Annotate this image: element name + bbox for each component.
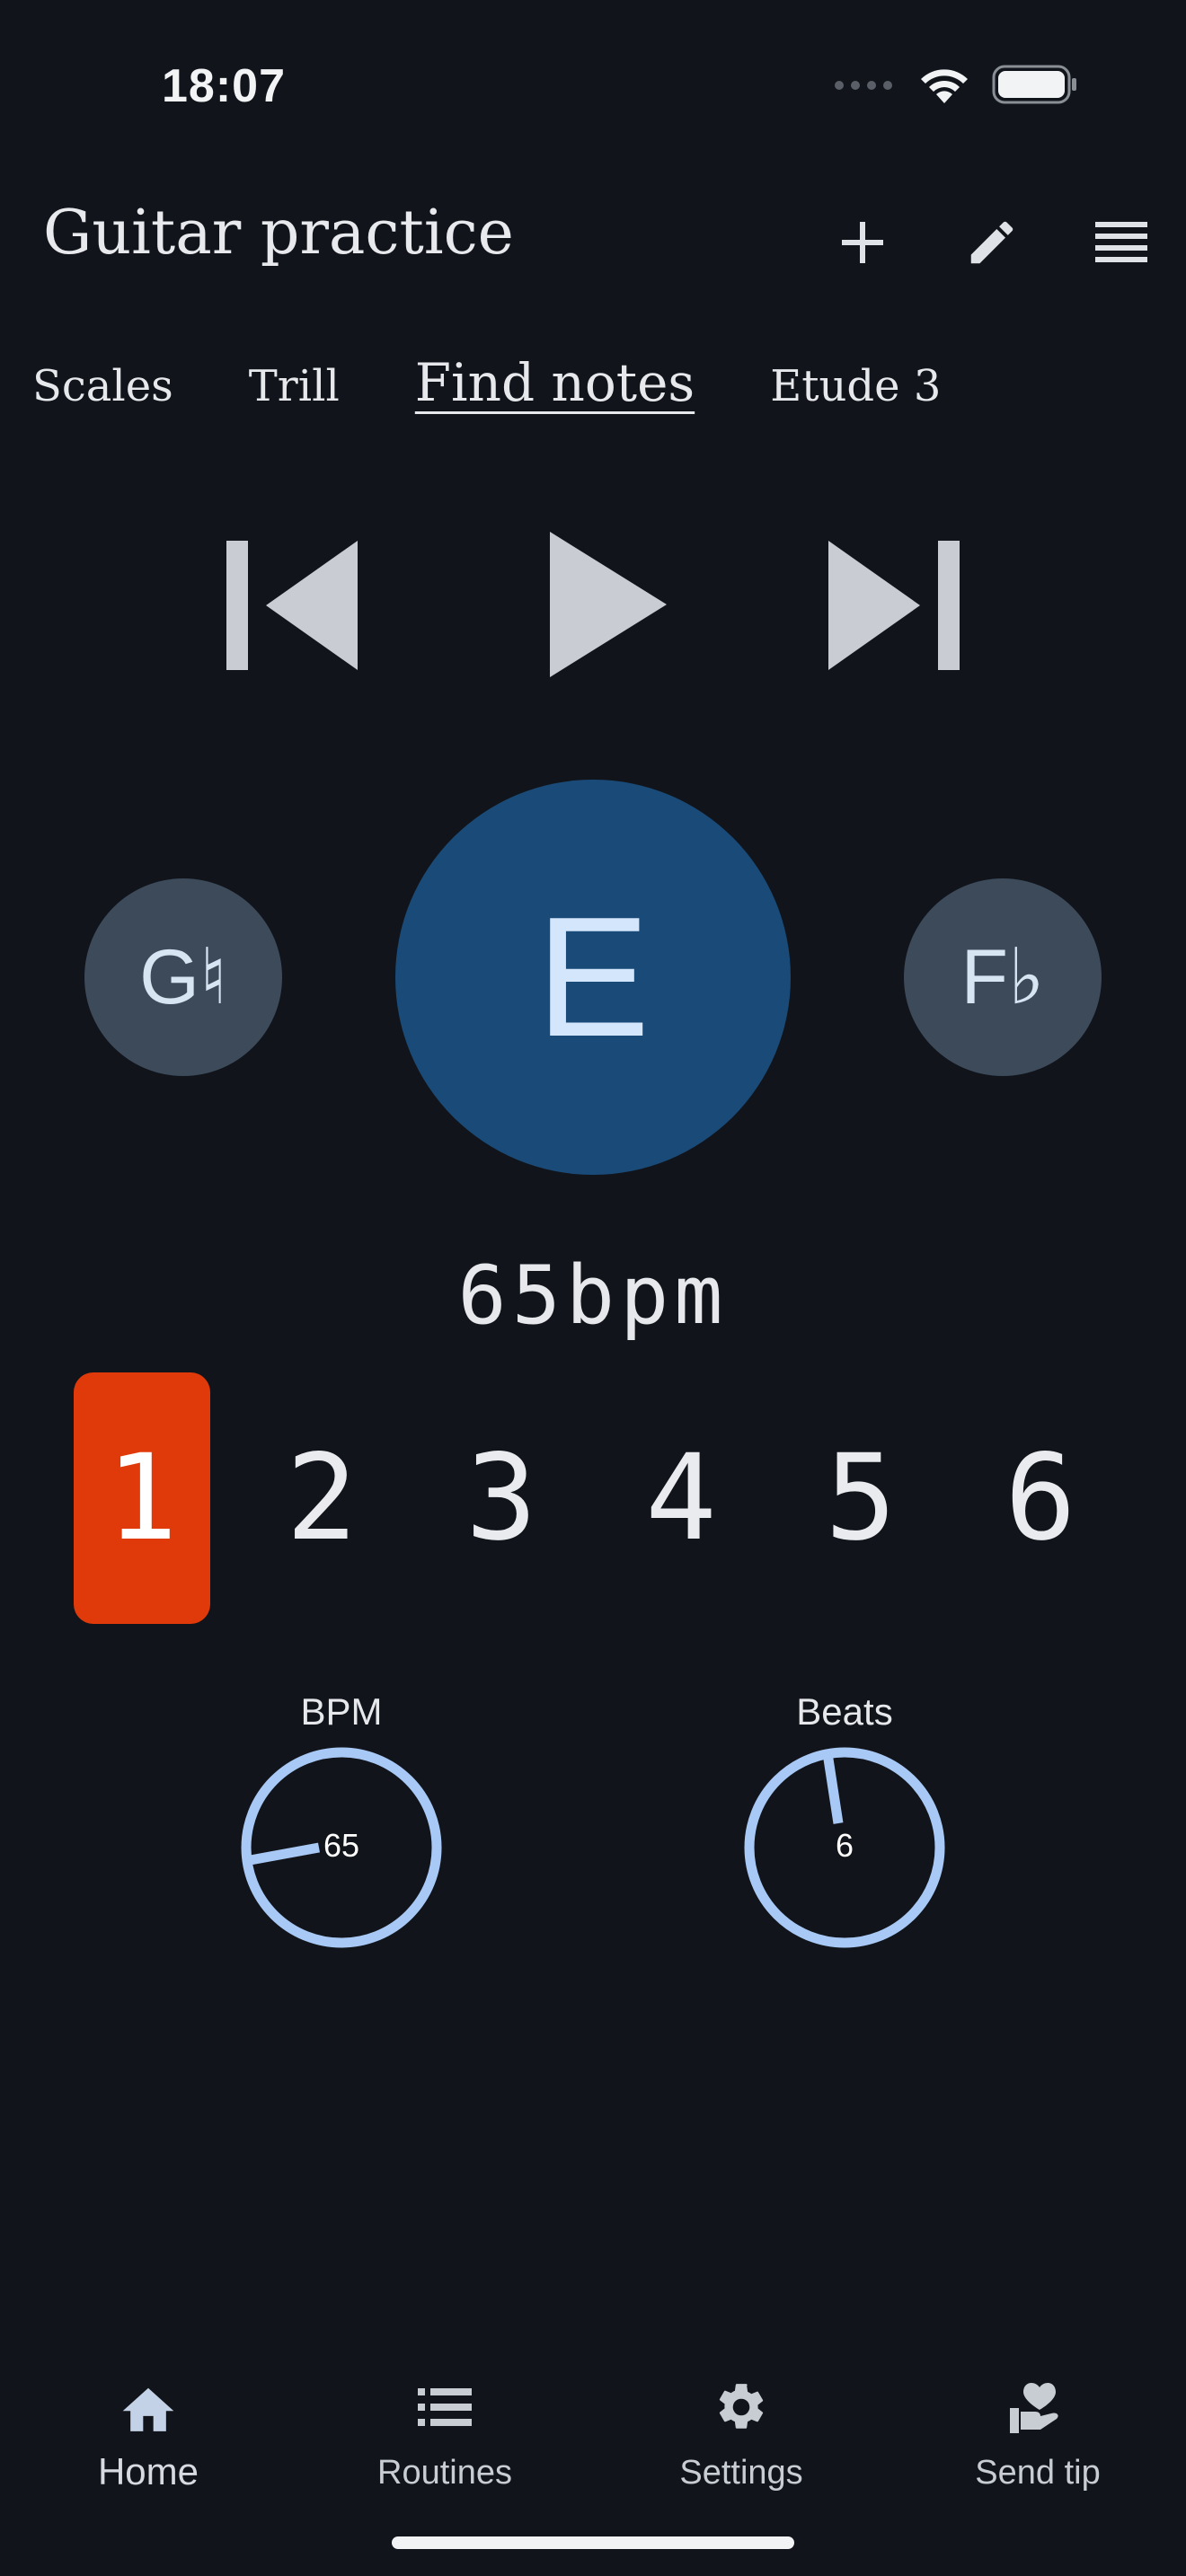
status-time: 18:07	[162, 60, 286, 112]
pencil-icon[interactable]	[954, 205, 1030, 280]
tab-trill[interactable]: Trill	[249, 361, 340, 411]
tab-find-notes[interactable]: Find notes	[415, 352, 695, 413]
nav-send-tip-label: Send tip	[975, 2454, 1101, 2492]
tab-scales[interactable]: Scales	[32, 361, 173, 411]
current-note-label: E	[535, 882, 651, 1072]
wifi-icon	[916, 64, 972, 109]
beats-knob-value: 6	[835, 1827, 854, 1864]
page-title: Guitar practice	[43, 198, 514, 269]
cellular-signal-icon	[834, 78, 897, 95]
nav-home-label: Home	[97, 2450, 199, 2492]
skip-next-icon[interactable]	[827, 539, 961, 677]
nav-routines-label: Routines	[377, 2454, 512, 2492]
nav-settings[interactable]: Settings	[624, 2371, 858, 2492]
home-indicator[interactable]	[392, 2536, 794, 2549]
beat-6[interactable]: 6	[972, 1372, 1109, 1624]
battery-icon	[992, 63, 1078, 110]
beat-1[interactable]: 1	[74, 1372, 210, 1624]
tab-etude-3[interactable]: Etude 3	[770, 361, 941, 411]
nav-send-tip[interactable]: Send tip	[921, 2371, 1155, 2492]
next-note-button[interactable]: F♭	[904, 878, 1102, 1076]
beats-row: 1 2 3 4 5 6	[0, 1372, 1186, 1624]
next-note-label: F♭	[960, 934, 1045, 1020]
beats-knob-label: Beats	[796, 1690, 893, 1733]
play-icon[interactable]	[546, 530, 668, 683]
menu-icon[interactable]	[1084, 205, 1159, 280]
nav-routines[interactable]: Routines	[328, 2371, 562, 2492]
current-note: E	[395, 780, 791, 1175]
beat-3[interactable]: 3	[433, 1372, 570, 1624]
nav-home[interactable]: Home	[31, 2371, 265, 2493]
heart-hand-icon	[921, 2371, 1155, 2443]
header-actions	[825, 205, 1159, 280]
skip-previous-icon[interactable]	[225, 539, 359, 677]
app-screen: 18:07 Guitar practice Scales Trill Find …	[0, 0, 1186, 2576]
home-icon	[31, 2371, 265, 2443]
previous-note-label: G♮	[139, 934, 227, 1020]
beat-4[interactable]: 4	[613, 1372, 749, 1624]
list-icon	[328, 2371, 562, 2443]
nav-settings-label: Settings	[679, 2454, 803, 2492]
bpm-knob-label: BPM	[300, 1690, 383, 1733]
beat-5[interactable]: 5	[792, 1372, 929, 1624]
plus-icon[interactable]	[825, 205, 900, 280]
bpm-knob-value: 65	[323, 1827, 360, 1864]
beat-2[interactable]: 2	[253, 1372, 390, 1624]
transport-controls	[0, 530, 1186, 677]
routine-tabs: Scales Trill Find notes Etude 3	[32, 352, 1016, 413]
tempo-display: 65bpm	[457, 1248, 729, 1343]
bottom-navigation: Home Routines Settings Send tip	[0, 2371, 1186, 2506]
status-icons	[834, 63, 1078, 110]
gear-icon	[624, 2371, 858, 2443]
previous-note-button[interactable]: G♮	[84, 878, 282, 1076]
